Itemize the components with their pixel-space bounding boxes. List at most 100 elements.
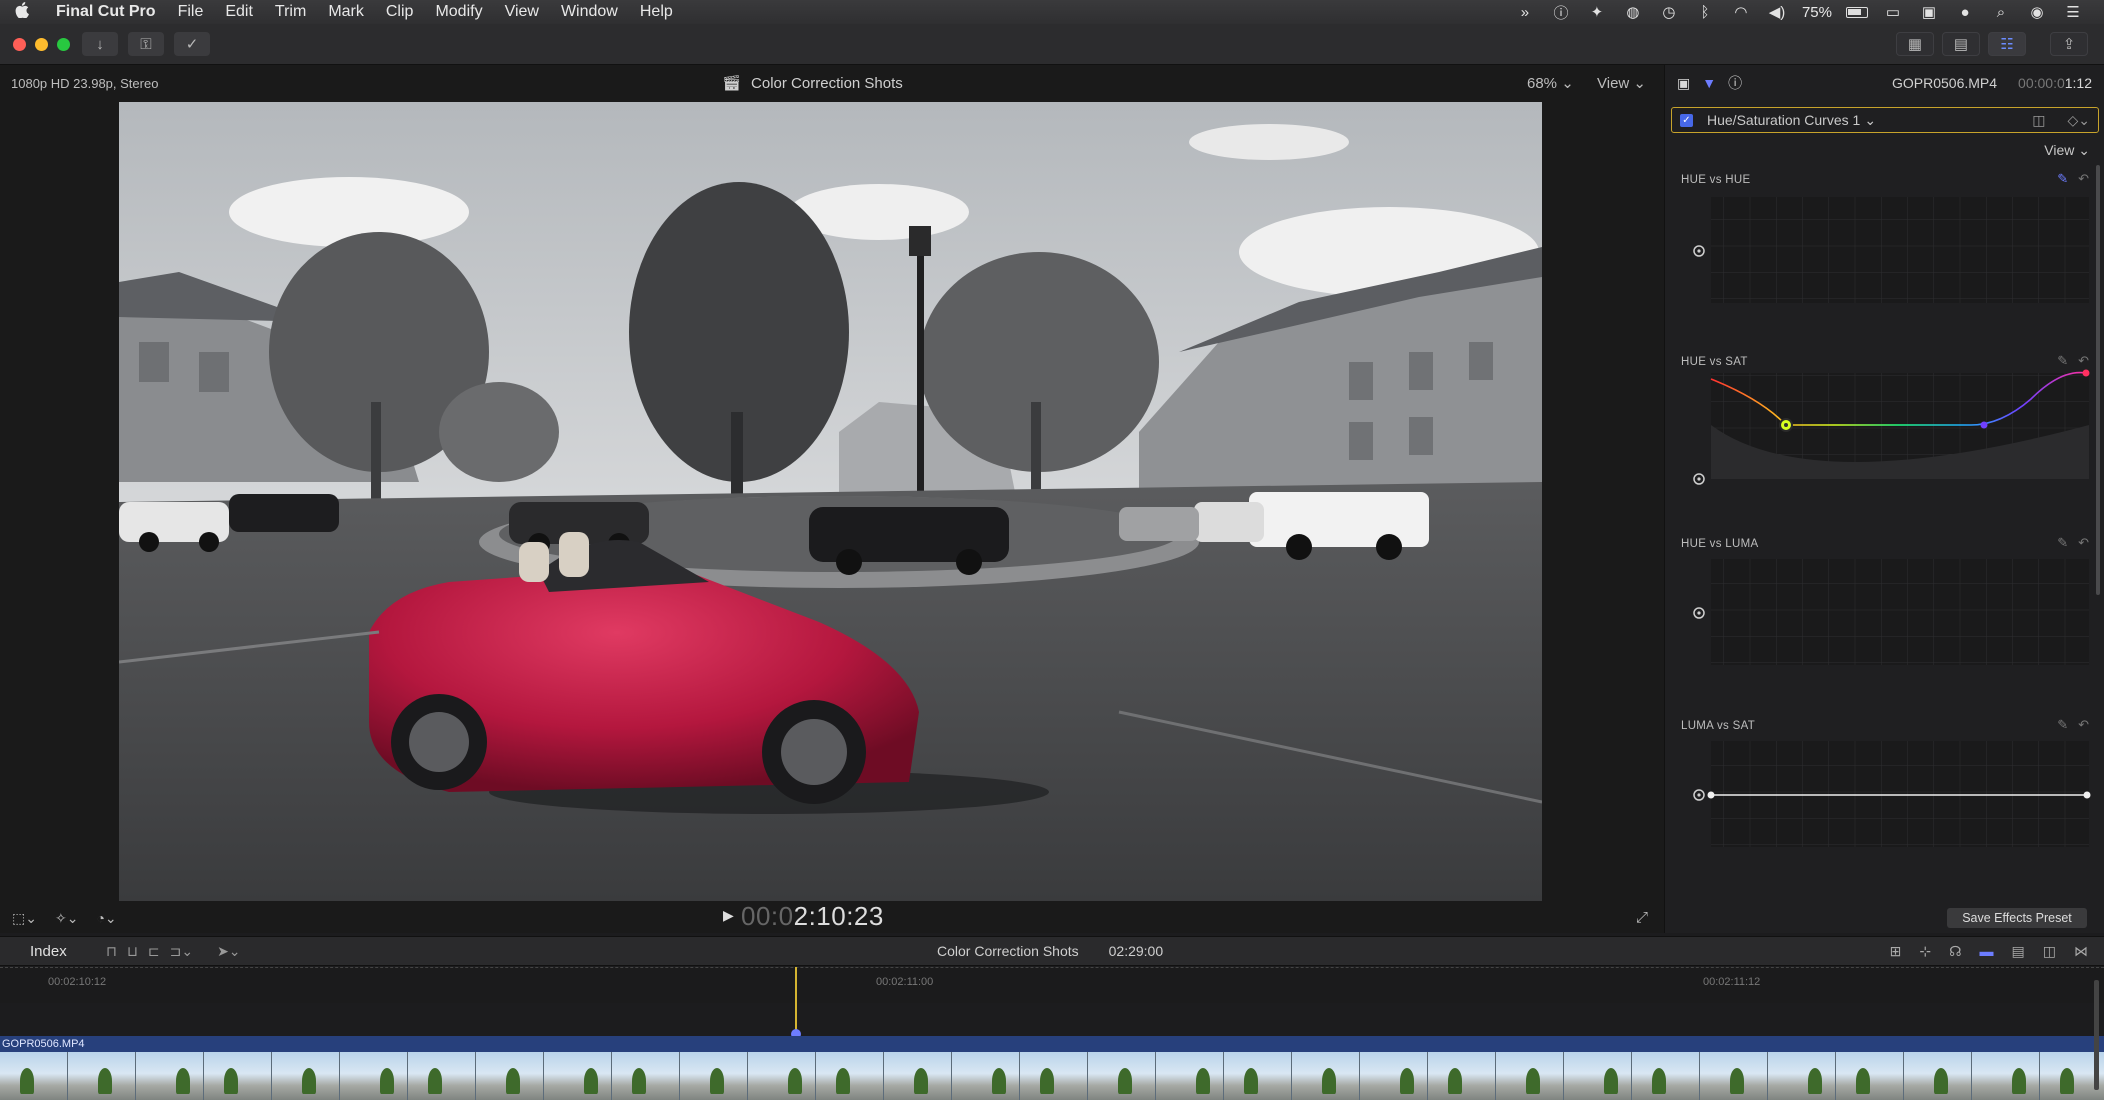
close-window-button[interactable] [13,37,26,51]
inspector-view-menu[interactable]: View ⌄ [2044,142,2090,159]
clip-title-bar[interactable]: GOPR0506.MP4 [0,1036,2104,1052]
clip-appearance-icon[interactable]: ▤ [2012,943,2025,960]
menu-app-name[interactable]: Final Cut Pro [44,3,167,21]
timeline-ruler[interactable]: 00:02:10:12 00:02:11:00 00:02:11:12 [0,967,2104,1003]
reset-icon[interactable]: ↶ [2078,535,2089,551]
playhead-timecode[interactable]: 00:02:10:23 [741,901,884,932]
fullscreen-icon[interactable]: ⤢ [1636,909,1648,926]
video-frame[interactable] [119,102,1542,901]
snapping-icon[interactable]: ▬ [1980,943,1994,960]
eyedropper-icon[interactable]: ✎ [2057,717,2068,733]
skimming-icon[interactable]: ⊞ [1890,943,1902,960]
overwrite-clip-icon[interactable]: ⊐⌄ [170,943,193,960]
tree-thumbnail-shape [1118,1068,1132,1094]
cloud-status-icon[interactable]: ◍ [1622,3,1644,21]
menu-mark[interactable]: Mark [317,3,375,21]
reset-icon[interactable]: ↶ [2078,171,2089,187]
ruler-tick-label: 00:02:10:12 [48,976,107,988]
solo-icon[interactable]: ☊ [1949,943,1961,960]
notification-center-icon[interactable]: ☰ [2062,3,2084,21]
eyedropper-icon[interactable]: ✎ [2057,171,2068,187]
status-app-icon[interactable]: » [1514,4,1536,21]
inspector-toggle-button[interactable]: ☷ [1988,32,2026,56]
save-effects-preset-button[interactable]: Save Effects Preset [1947,908,2087,928]
background-tasks-button[interactable]: ✓ [174,32,210,56]
info-inspector-tab-icon[interactable]: ⓘ [1728,73,1742,93]
timeline-info: Color Correction Shots 02:29:00 [937,943,1163,959]
playhead[interactable] [795,967,797,1037]
viewer: 1080p HD 23.98p, Stereo 🎬︎ Color Correct… [0,65,1664,933]
browser-toggle-button[interactable]: ▦ [1896,32,1934,56]
zoom-window-button[interactable] [57,37,70,51]
siri-icon[interactable]: ◉ [2026,3,2048,21]
menu-edit[interactable]: Edit [214,3,264,21]
keywords-button[interactable]: ⚿ [128,32,164,56]
filmstrip-thumbnail [136,1052,204,1100]
tree-thumbnail-shape [1808,1068,1822,1094]
time-machine-icon[interactable]: ◷ [1658,3,1680,21]
eyedropper-icon[interactable]: ✎ [2057,535,2068,551]
filmstrip-thumbnail [884,1052,952,1100]
transitions-browser-icon[interactable]: ⋈ [2074,943,2088,960]
crop-transform-menu-icon[interactable]: ⬚⌄ [12,910,37,927]
import-button[interactable]: ↓ [82,32,118,56]
audio-skimming-icon[interactable]: ⊹ [1919,943,1931,960]
zoom-menu[interactable]: 68% ⌄ [1527,74,1574,92]
volume-icon[interactable]: ◀) [1766,3,1788,21]
insert-clip-icon[interactable]: ⊔ [127,943,138,960]
enhance-menu-icon[interactable]: ✧⌄ [55,910,78,927]
effect-selector[interactable]: ✓ Hue/Saturation Curves 1 ⌄ ◫ ◇⌄ [1671,107,2099,133]
timeline-scrollbar[interactable] [2094,980,2099,1090]
minimize-window-button[interactable] [35,37,48,51]
play-icon[interactable]: ▶ [723,907,734,924]
apple-menu-icon[interactable] [0,1,44,23]
battery-percent[interactable]: 75% [1802,4,1832,21]
tree-thumbnail-shape [836,1068,850,1094]
viewer-view-menu[interactable]: View ⌄ [1597,74,1646,92]
user-icon[interactable]: ● [1954,4,1976,21]
tree-thumbnail-shape [506,1068,520,1094]
filmstrip-thumbnail [408,1052,476,1100]
menu-modify[interactable]: Modify [424,3,493,21]
menu-view[interactable]: View [494,3,550,21]
menu-trim[interactable]: Trim [264,3,317,21]
inspector-scrollbar[interactable] [2096,165,2100,595]
timeline-toolbar: Index ⊓ ⊔ ⊏ ⊐⌄ ➤⌄ Color Correction Shots… [0,936,2104,966]
connect-clip-icon[interactable]: ⊓ [106,943,117,960]
airplay-icon[interactable]: ▭ [1882,3,1904,21]
workspace-toggles: ▦ ▤ ☷ ⇪ [1896,32,2104,56]
video-format-label: 1080p HD 23.98p, Stereo [11,75,159,91]
effects-browser-icon[interactable]: ◫ [2043,943,2056,960]
spotlight-search-icon[interactable]: ⌕ [1990,4,2012,21]
reset-icon[interactable]: ↶ [2078,717,2089,733]
reset-icon[interactable]: ↶ [2078,353,2089,369]
append-clip-icon[interactable]: ⊏ [148,943,160,960]
menu-clip[interactable]: Clip [375,3,425,21]
bluetooth-icon[interactable]: ᛒ [1694,4,1716,21]
edit-tools: ⊓ ⊔ ⊏ ⊐⌄ ➤⌄ [106,943,241,960]
battery-icon[interactable] [1846,6,1868,18]
select-tool-icon[interactable]: ➤⌄ [217,943,240,960]
timeline-toggle-button[interactable]: ▤ [1942,32,1980,56]
keyframe-icon[interactable]: ◇⌄ [2068,112,2091,129]
menu-window[interactable]: Window [550,3,629,21]
menu-file[interactable]: File [167,3,215,21]
eyedropper-icon[interactable]: ✎ [2057,353,2068,369]
effect-name[interactable]: Hue/Saturation Curves 1 [1707,112,1860,128]
video-inspector-tab-icon[interactable]: ▣ [1677,75,1690,92]
filmstrip-thumbnail [340,1052,408,1100]
clip-filmstrip[interactable] [0,1052,2104,1100]
filmstrip-thumbnail [1972,1052,2040,1100]
index-button[interactable]: Index [0,943,106,960]
wifi-icon[interactable]: ◠ [1730,3,1752,21]
effect-enable-checkbox[interactable]: ✓ [1680,113,1693,127]
tree-thumbnail-shape [992,1068,1006,1094]
mask-icon[interactable]: ◫ [2032,112,2045,129]
info-status-icon[interactable]: ⓘ [1550,2,1572,23]
dropbox-icon[interactable]: ✦ [1586,3,1608,21]
color-inspector-tab-icon[interactable]: ▼ [1702,75,1716,91]
screen-icon[interactable]: ▣ [1918,3,1940,21]
speed-menu-icon[interactable]: ◔⌄ [96,910,116,927]
share-button[interactable]: ⇪ [2050,32,2088,56]
menu-help[interactable]: Help [629,3,684,21]
